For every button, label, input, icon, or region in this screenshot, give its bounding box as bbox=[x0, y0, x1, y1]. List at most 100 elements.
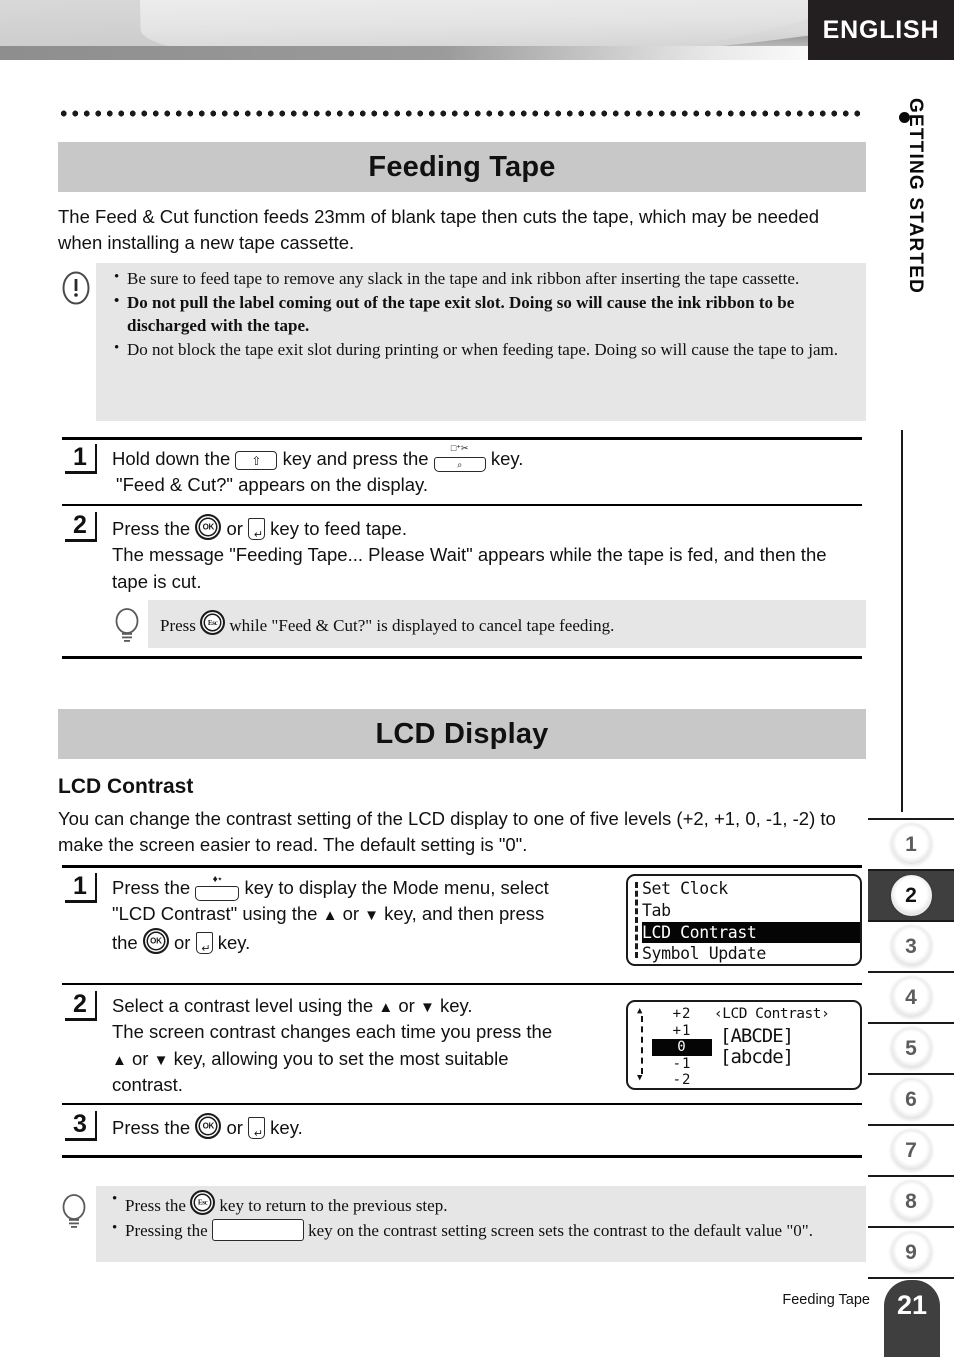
step-text-part: Press the bbox=[112, 1117, 191, 1138]
banner-gradient bbox=[0, 0, 808, 60]
step-text-part: or bbox=[226, 1117, 243, 1138]
step-text-part: or bbox=[174, 931, 191, 953]
lcd-sample-lower: [abcde] bbox=[720, 1045, 794, 1068]
step-divider bbox=[62, 1103, 862, 1105]
step-divider bbox=[62, 656, 862, 659]
step-divider bbox=[62, 1155, 862, 1158]
chapter-tab-9-label: 9 bbox=[890, 1232, 932, 1273]
lightbulb-icon bbox=[60, 1192, 88, 1237]
step-text-part: or bbox=[226, 518, 243, 539]
ok-key-icon: OK bbox=[195, 1113, 222, 1139]
step-text-part: Select a contrast level using the bbox=[112, 995, 374, 1016]
chapter-tab-7[interactable]: 7 bbox=[868, 1124, 954, 1175]
step-text-part: key. bbox=[217, 931, 251, 953]
step-text-part: key, allowing you to set the most suitab… bbox=[173, 1047, 509, 1069]
lcd-level: -1 bbox=[672, 1055, 692, 1072]
chapter-tab-6-label: 6 bbox=[890, 1079, 932, 1120]
feed-and-cut-key-icon: □⁺✂ ⌕ bbox=[433, 444, 486, 472]
lcd-level: -2 bbox=[672, 1072, 692, 1089]
ok-key-icon: OK bbox=[195, 514, 222, 540]
step-text-part: key and press the bbox=[282, 448, 429, 469]
step-text-part: The screen contrast changes each time yo… bbox=[112, 1021, 553, 1043]
chapter-tab-2-label: 2 bbox=[890, 875, 932, 916]
esc-key-icon: Esc bbox=[190, 1190, 216, 1215]
chapter-tab-5[interactable]: 5 bbox=[868, 1022, 954, 1073]
lcd-menu-row: Tab bbox=[642, 900, 671, 920]
chapter-tab-1-label: 1 bbox=[890, 824, 932, 865]
tab-rail-bottom-rule bbox=[868, 1277, 954, 1279]
step-divider bbox=[62, 865, 862, 868]
lcd-level: +2 bbox=[672, 1006, 692, 1022]
chapter-tab-7-label: 7 bbox=[890, 1130, 932, 1171]
step-text-part: Press the bbox=[112, 518, 191, 539]
down-arrow-key-icon bbox=[420, 995, 435, 1016]
chapter-tab-1[interactable]: 1 bbox=[868, 818, 954, 869]
lcd-contrast-screenshot: ▲ ▼ +2 +1 0 -1 -2 ‹LCD Contrast› [ABCDE]… bbox=[626, 1000, 862, 1090]
lcd-menu-row: Symbol Update bbox=[642, 944, 766, 964]
step-text-part: key to feed tape. bbox=[270, 518, 407, 539]
section-heading-lcd-display: LCD Display bbox=[58, 709, 866, 759]
page-number-badge: 21 bbox=[884, 1280, 940, 1357]
step-number: 2 bbox=[65, 512, 97, 543]
esc-key-icon: Esc bbox=[200, 610, 226, 635]
chapter-tab-rail: 1 2 3 4 5 6 7 8 9 bbox=[868, 818, 954, 1279]
up-arrow-key-icon bbox=[378, 995, 393, 1016]
step-text-part: contrast. bbox=[112, 1073, 183, 1095]
lcd-contrast-sample: [ABCDE] [abcde] bbox=[720, 1025, 794, 1068]
step-text-part: or bbox=[342, 903, 360, 925]
top-banner: ENGLISH bbox=[0, 0, 954, 60]
chapter-tab-9[interactable]: 9 bbox=[868, 1226, 954, 1277]
step-text-part: key. bbox=[439, 995, 473, 1016]
step-number: 3 bbox=[65, 1111, 97, 1142]
step-divider bbox=[62, 504, 862, 506]
warning-item: Do not block the tape exit slot during p… bbox=[112, 338, 860, 362]
banner-lower-highlight bbox=[0, 46, 808, 60]
chapter-tab-8[interactable]: 8 bbox=[868, 1175, 954, 1226]
warning-list: Be sure to feed tape to remove any slack… bbox=[112, 267, 860, 363]
step-text-part: "Feed & Cut?" appears on the display. bbox=[116, 474, 429, 496]
section-title: Feeding Tape bbox=[368, 150, 556, 183]
lcd-menu-row: Set Clock bbox=[642, 879, 728, 898]
step-text-part: Press the bbox=[112, 877, 191, 898]
step-divider bbox=[62, 983, 862, 985]
ok-key-icon: OK bbox=[142, 927, 169, 954]
lcd-scroll-down-icon: ▼ bbox=[637, 1073, 643, 1083]
lcd-scroll-track bbox=[641, 1016, 643, 1074]
lcd-menu-list: Set Clock Tab LCD Contrast Symbol Update bbox=[642, 878, 860, 964]
step-text-part: key. bbox=[490, 448, 524, 469]
tip-text: Press Esc while "Feed & Cut?" is display… bbox=[160, 610, 860, 636]
chapter-tab-4-label: 4 bbox=[890, 977, 932, 1018]
lcd-contrast-levels: +2 +1 0 -1 -2 bbox=[652, 1006, 712, 1089]
lcd-scroll-dashline bbox=[635, 882, 638, 958]
step-text-part: key, and then press bbox=[384, 903, 545, 925]
tip-text-part: Press bbox=[160, 616, 196, 635]
exclamation-icon bbox=[60, 270, 92, 311]
step-number: 1 bbox=[65, 873, 97, 904]
tip-item: Press the Esc key to return to the previ… bbox=[110, 1189, 862, 1218]
enter-key-icon bbox=[248, 518, 266, 541]
step-divider bbox=[62, 437, 862, 440]
subsection-heading: LCD Contrast bbox=[58, 775, 194, 798]
chapter-tab-6[interactable]: 6 bbox=[868, 1073, 954, 1124]
shift-key-icon: ⇧ bbox=[235, 451, 278, 470]
step-number: 1 bbox=[65, 444, 97, 475]
enter-key-icon bbox=[248, 1117, 266, 1140]
lcd-contrast-title: ‹LCD Contrast› bbox=[714, 1006, 830, 1022]
lcd-sample-upper: [ABCDE] bbox=[720, 1025, 794, 1047]
down-arrow-key-icon bbox=[364, 903, 379, 924]
lcd-scrollbar: ▲ ▼ bbox=[636, 1007, 650, 1083]
step-text-part: key. bbox=[270, 1117, 303, 1138]
chapter-tab-4[interactable]: 4 bbox=[868, 971, 954, 1022]
tip-text-part: while "Feed & Cut?" is displayed to canc… bbox=[229, 616, 615, 635]
step-body: Hold down the ⇧ key and press the □⁺✂ ⌕ … bbox=[112, 444, 852, 499]
chapter-tab-3[interactable]: 3 bbox=[868, 920, 954, 971]
step-body: Press the OK or key. bbox=[112, 1113, 612, 1141]
lcd-scroll-up-icon: ▲ bbox=[637, 1006, 643, 1016]
rail-divider-upper bbox=[901, 430, 903, 812]
chapter-tab-5-label: 5 bbox=[890, 1028, 932, 1069]
step-text-part: or bbox=[132, 1047, 149, 1069]
chapter-tab-8-label: 8 bbox=[890, 1181, 932, 1222]
chapter-tab-2[interactable]: 2 bbox=[868, 869, 954, 920]
lcd-menu-row-selected: LCD Contrast bbox=[642, 921, 860, 944]
step-number: 2 bbox=[65, 991, 97, 1022]
